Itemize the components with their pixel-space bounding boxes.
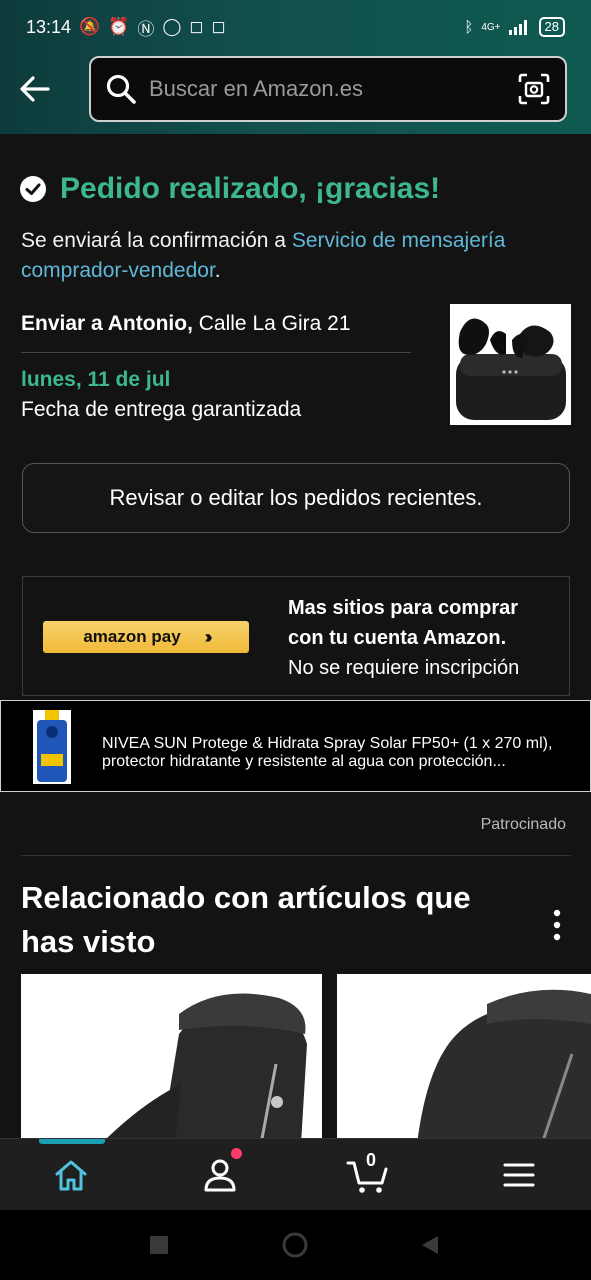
sponsored-ad-banner[interactable]: NIVEA SUN Protege & Hidrata Spray Solar … [0,700,591,792]
ship-to-address: Calle La Gira 21 [192,312,351,335]
message-text: Se enviará la confirmación a [21,229,292,252]
home-icon[interactable] [51,1155,91,1195]
search-bar[interactable]: Buscar en Amazon.es [89,56,567,122]
instagram-icon: ◻ [211,17,226,36]
signal-icon [508,20,527,35]
network-type: 4G+ [481,21,501,33]
amazon-pay-promo[interactable]: amazon pay ›› Mas sitios para comprar co… [22,576,570,696]
delivery-guarantee: Fecha de entrega garantizada [21,398,302,421]
amazon-pay-label: amazon pay [83,627,181,646]
alarm-icon: ⏰ [108,17,130,36]
recent-apps-icon[interactable] [150,1236,168,1254]
product-image-sunscreen [33,710,71,784]
home-button-icon[interactable] [282,1232,308,1258]
divider [21,855,571,856]
status-time: 13:14 [26,16,72,37]
sponsored-label[interactable]: Patrocinado [481,816,566,834]
pay-line1: Mas sitios para comprar [288,597,519,619]
ship-to-label: Enviar a Antonio, [21,312,193,335]
whatsapp-icon: ◯ [162,17,182,36]
instagram-icon: ◻ [189,17,204,36]
check-circle-icon [20,176,46,202]
message-period: . [214,259,221,282]
battery-icon: 28 [538,17,565,37]
ad-line2: protector hidratante y resistente al agu… [102,753,506,770]
pay-line3: No se requiere inscripción [288,657,520,679]
camera-search-icon[interactable] [517,72,551,106]
order-confirmation-heading: Pedido realizado, ¡gracias! [20,172,440,206]
search-input[interactable]: Buscar en Amazon.es [149,76,363,102]
nfc-icon: Ⓝ [137,19,155,39]
more-options-icon[interactable] [552,908,562,942]
amazon-pay-text: Mas sitios para comprar con tu cuenta Am… [288,593,519,683]
mute-icon: 🔕 [79,17,101,36]
search-icon [106,74,136,104]
chevron-right-icon: ›› [204,626,213,647]
notification-dot [231,1148,242,1159]
bluetooth-icon: ᛒ [464,18,474,36]
bottom-navigation [0,1138,591,1211]
status-bar: 13:14 🔕 ⏰ Ⓝ ◯ ◻ ◻ ᛒ 4G+ 28 [0,0,591,54]
active-tab-indicator [39,1139,105,1144]
system-navigation-bar [0,1210,591,1280]
divider [21,352,411,353]
product-image-earbuds[interactable] [450,304,571,425]
amazon-pay-button[interactable]: amazon pay ›› [43,621,249,653]
confirmation-message: Se enviará la confirmación a Servicio de… [21,226,571,286]
ad-line1: NIVEA SUN Protege & Hidrata Spray Solar … [102,735,553,752]
pay-line2: con tu cuenta Amazon. [288,627,507,649]
review-orders-button[interactable]: Revisar o editar los pedidos recientes. [22,463,570,533]
related-product-card-boot[interactable] [337,974,591,1144]
back-arrow-icon[interactable] [18,72,52,106]
ad-description: NIVEA SUN Protege & Hidrata Spray Solar … [102,735,572,771]
account-icon[interactable] [200,1155,240,1195]
delivery-date: lunes, 11 de jul [21,368,171,391]
related-product-card-boot[interactable] [21,974,322,1144]
back-button-icon[interactable] [420,1234,440,1256]
related-section-title: Relacionado con artículos que has visto [21,880,471,959]
shipping-address: Enviar a Antonio, Calle La Gira 21 [21,312,351,336]
cart-count: 0 [366,1150,377,1170]
menu-icon[interactable] [499,1155,539,1195]
confirmation-title: Pedido realizado, ¡gracias! [60,172,441,205]
